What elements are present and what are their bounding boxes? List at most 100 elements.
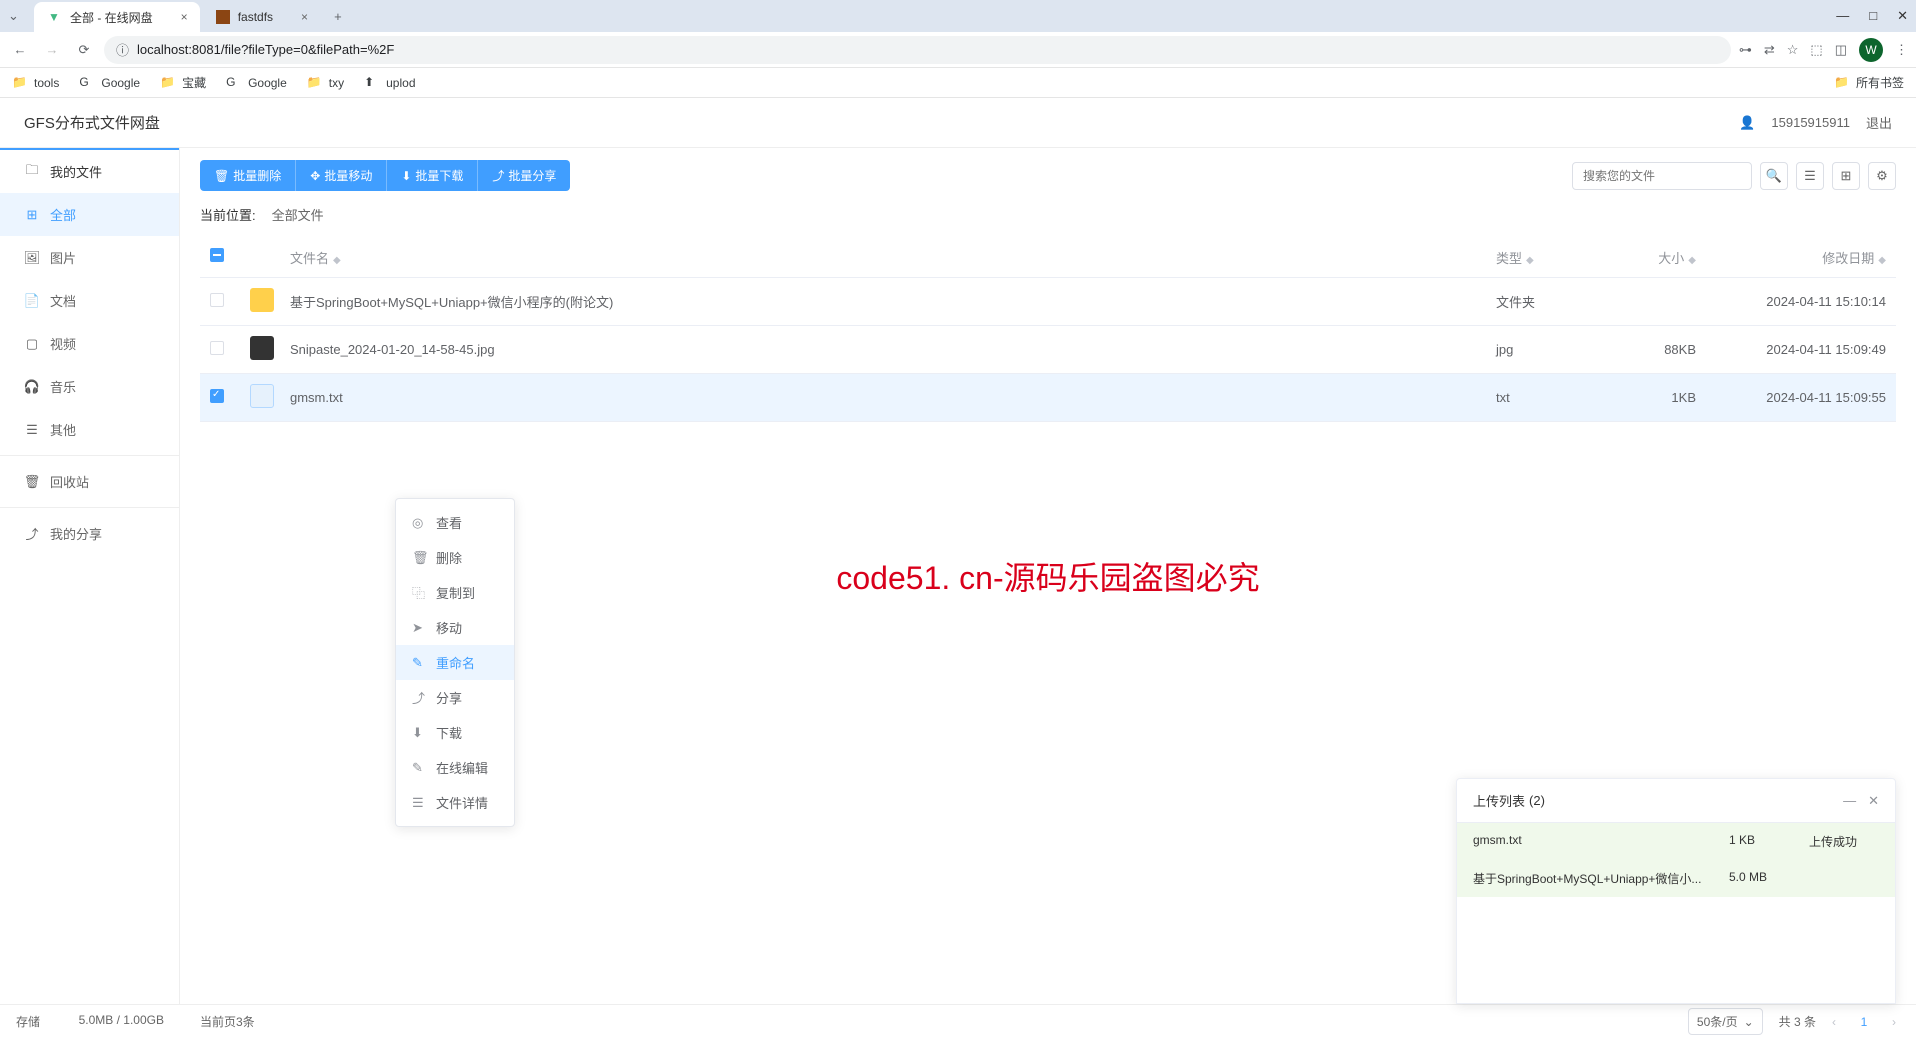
bookmark-txy[interactable]: 📁txy [307, 75, 344, 91]
user-phone: 15915915911 [1771, 115, 1850, 130]
breadcrumb-label: 当前位置: [200, 205, 256, 224]
file-name[interactable]: Snipaste_2024-01-20_14-58-45.jpg [290, 342, 1496, 357]
user-icon: 👤 [1739, 115, 1755, 131]
table-row[interactable]: gmsm.txt txt 1KB 2024-04-11 15:09:55 [200, 374, 1896, 422]
bookmark-uplod[interactable]: ⬆uplod [364, 75, 415, 91]
close-icon[interactable]: × [301, 10, 308, 24]
settings-icon[interactable]: ⚙ [1868, 162, 1896, 190]
menu-view[interactable]: ◎查看 [396, 505, 514, 540]
table-row[interactable]: 基于SpringBoot+MySQL+Uniapp+微信小程序的(附论文) 文件… [200, 278, 1896, 326]
row-checkbox[interactable] [210, 389, 224, 403]
key-icon[interactable]: ⊶ [1739, 42, 1752, 58]
row-checkbox[interactable] [210, 293, 224, 307]
browser-tab-active[interactable]: ▼ 全部 - 在线网盘 × [34, 2, 200, 32]
sidebar-my-files[interactable]: 🗀 我的文件 [0, 148, 179, 193]
batch-delete-button[interactable]: 🗑批量删除 [200, 160, 295, 191]
table-header: 文件名◆ 类型◆ 大小◆ 修改日期◆ [200, 238, 1896, 278]
url-input[interactable]: ⓘ localhost:8081/file?fileType=0&filePat… [104, 36, 1731, 64]
bookmark-tools[interactable]: 📁tools [12, 75, 59, 91]
maximize-icon[interactable]: □ [1869, 8, 1877, 24]
sort-icon[interactable]: ◆ [1688, 255, 1696, 266]
browser-tab-inactive[interactable]: fastdfs × [204, 2, 320, 32]
sort-icon[interactable]: ◆ [1878, 255, 1886, 266]
list-view-icon[interactable]: ☰ [1796, 162, 1824, 190]
bookmark-google1[interactable]: GGoogle [79, 75, 140, 91]
browser-address-bar: ← → ⟳ ⓘ localhost:8081/file?fileType=0&f… [0, 32, 1916, 68]
sidebar-my-share[interactable]: ⤴ 我的分享 [0, 512, 179, 555]
logout-link[interactable]: 退出 [1866, 113, 1892, 132]
batch-download-button[interactable]: ⬇批量下载 [386, 160, 477, 191]
total-count: 共 3 条 [1779, 1013, 1816, 1030]
chevron-down-icon[interactable]: ⌄ [8, 8, 28, 24]
sidebar-item-video[interactable]: ▢ 视频 [0, 322, 179, 365]
sidebar-recycle[interactable]: 🗑 回收站 [0, 460, 179, 503]
bookmark-google2[interactable]: GGoogle [226, 75, 287, 91]
upload-title: 上传列表 [1473, 791, 1525, 810]
upload-file-name: 基于SpringBoot+MySQL+Uniapp+微信小... [1473, 870, 1729, 887]
sidebar-item-music[interactable]: 🎧 音乐 [0, 365, 179, 408]
reload-icon[interactable]: ⟳ [72, 38, 96, 62]
upload-file-size: 5.0 MB [1729, 870, 1809, 887]
grid-view-icon[interactable]: ⊞ [1832, 162, 1860, 190]
menu-details[interactable]: ☰文件详情 [396, 785, 514, 820]
forward-icon[interactable]: → [40, 38, 64, 62]
upload-status [1809, 870, 1879, 887]
back-icon[interactable]: ← [8, 38, 32, 62]
search-input[interactable] [1572, 162, 1752, 190]
share-icon: ⤴ [492, 167, 504, 184]
close-icon[interactable]: ✕ [1868, 793, 1879, 809]
sidebar-item-other[interactable]: ☰ 其他 [0, 408, 179, 451]
page-number[interactable]: 1 [1852, 1010, 1876, 1034]
close-window-icon[interactable]: ✕ [1897, 8, 1908, 24]
all-bookmarks[interactable]: 📁所有书签 [1834, 74, 1904, 91]
site-info-icon[interactable]: ⓘ [116, 40, 129, 59]
bookmark-baozang[interactable]: 📁宝藏 [160, 74, 206, 91]
bookmark-star-icon[interactable]: ☆ [1787, 42, 1799, 58]
menu-move[interactable]: ➤移动 [396, 610, 514, 645]
menu-download[interactable]: ⬇下载 [396, 715, 514, 750]
close-icon[interactable]: × [181, 10, 188, 24]
menu-rename[interactable]: ✎重命名 [396, 645, 514, 680]
next-page-icon[interactable]: › [1892, 1015, 1896, 1029]
translate-icon[interactable]: ⇄ [1764, 42, 1775, 58]
sort-icon[interactable]: ◆ [1526, 255, 1534, 266]
batch-move-button[interactable]: ✥批量移动 [295, 160, 386, 191]
sort-icon[interactable]: ◆ [333, 255, 341, 266]
menu-copy-to[interactable]: ⿻复制到 [396, 575, 514, 610]
context-menu: ◎查看 🗑删除 ⿻复制到 ➤移动 ✎重命名 ⤴分享 ⬇下载 ✎在线编辑 ☰文件详… [395, 498, 515, 827]
table-row[interactable]: Snipaste_2024-01-20_14-58-45.jpg jpg 88K… [200, 326, 1896, 374]
menu-edit-online[interactable]: ✎在线编辑 [396, 750, 514, 785]
sidebar-item-doc[interactable]: 📄 文档 [0, 279, 179, 322]
minimize-icon[interactable]: — [1843, 793, 1856, 809]
upload-file-name: gmsm.txt [1473, 833, 1729, 850]
profile-avatar[interactable]: W [1859, 38, 1883, 62]
menu-icon[interactable]: ⋮ [1895, 42, 1908, 58]
sidebar-item-all[interactable]: ⊞ 全部 [0, 193, 179, 236]
file-name[interactable]: gmsm.txt [290, 390, 1496, 405]
batch-share-button[interactable]: ⤴批量分享 [477, 160, 570, 191]
fastdfs-favicon-icon [216, 10, 230, 24]
per-page-select[interactable]: 50条/页⌄ [1688, 1008, 1763, 1035]
grid-icon: ⊞ [24, 207, 40, 223]
trash-icon: 🗑 [24, 474, 40, 490]
minimize-icon[interactable]: — [1836, 8, 1849, 24]
share-icon: ⤴ [24, 526, 40, 542]
new-tab-icon[interactable]: + [324, 9, 352, 24]
rename-icon: ✎ [412, 655, 426, 671]
menu-share[interactable]: ⤴分享 [396, 680, 514, 715]
menu-delete[interactable]: 🗑删除 [396, 540, 514, 575]
breadcrumb-path[interactable]: 全部文件 [272, 205, 324, 224]
browser-tabs-bar: ⌄ ▼ 全部 - 在线网盘 × fastdfs × + — □ ✕ [0, 0, 1916, 32]
prev-page-icon[interactable]: ‹ [1832, 1015, 1836, 1029]
upload-header: 上传列表 (2) — ✕ [1457, 779, 1895, 823]
select-all-checkbox[interactable] [210, 248, 224, 262]
extensions-icon[interactable]: ⬚ [1810, 42, 1822, 58]
search-button[interactable]: 🔍 [1760, 162, 1788, 190]
move-icon: ✥ [310, 169, 320, 183]
side-panel-icon[interactable]: ◫ [1835, 42, 1847, 58]
row-checkbox[interactable] [210, 341, 224, 355]
sidebar-item-image[interactable]: 🖼 图片 [0, 236, 179, 279]
file-name[interactable]: 基于SpringBoot+MySQL+Uniapp+微信小程序的(附论文) [290, 292, 1496, 311]
file-date: 2024-04-11 15:09:49 [1716, 342, 1896, 357]
folder-icon: 🗀 [24, 164, 40, 180]
